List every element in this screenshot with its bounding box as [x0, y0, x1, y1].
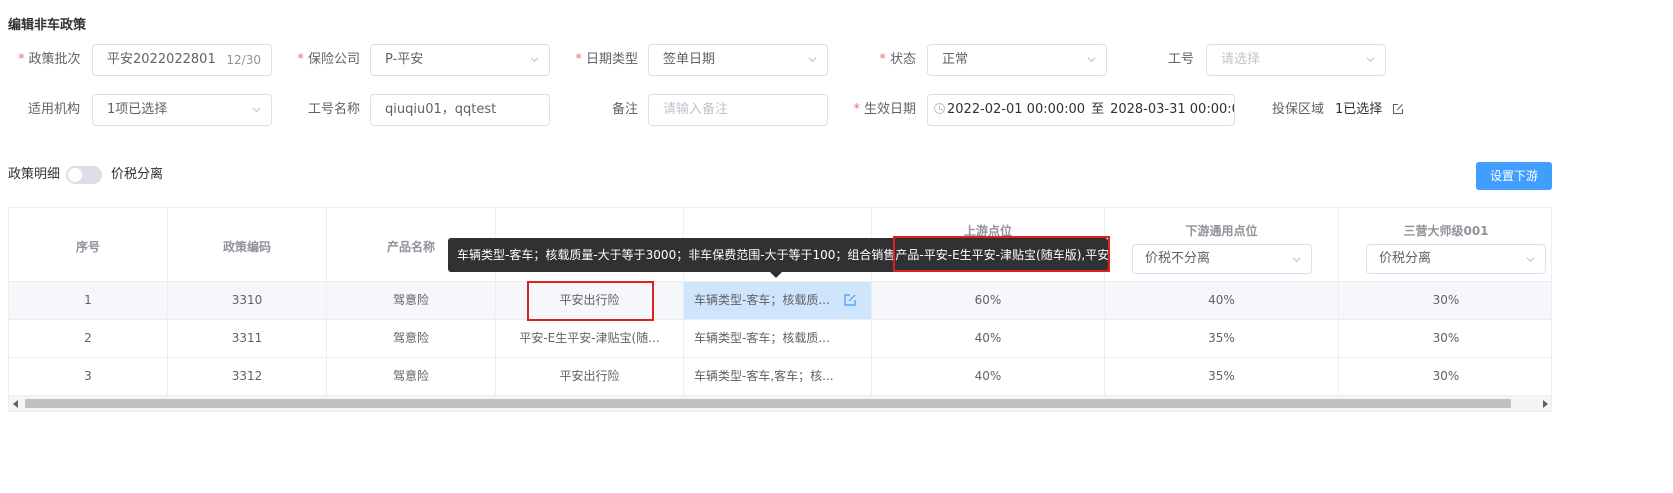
horizontal-scrollbar[interactable] [9, 396, 1551, 411]
cell-code: 3311 [168, 320, 327, 357]
region-value[interactable]: 1已选择 [1335, 94, 1404, 126]
form-row-2: 适用机构 1项已选择 工号名称 qiuqiu01，qqtest 备注 请输入备注… [0, 94, 1673, 126]
char-count: 12/30 [226, 53, 261, 67]
header-master: 三营大师级001 价税分离 [1339, 208, 1551, 282]
remark-input[interactable]: 请输入备注 [648, 94, 828, 126]
edit-icon[interactable] [1392, 103, 1404, 115]
region-label: 投保区域 [1271, 102, 1324, 117]
org-select[interactable]: 1项已选择 [92, 94, 272, 126]
insurer-label: * 保险公司 [297, 52, 360, 67]
cell-combo: 平安出行险 [496, 358, 684, 395]
cell-downstream: 35% [1105, 358, 1339, 395]
cell-seq: 2 [9, 320, 168, 357]
cell-upstream: 40% [872, 358, 1105, 395]
date-type-label: * 日期类型 [575, 52, 638, 67]
header-downstream: 下游通用点位 价税不分离 [1105, 208, 1339, 282]
cell-downstream: 35% [1105, 320, 1339, 357]
work-name-label: 工号名称 [307, 102, 360, 117]
switch-label-left: 政策明细 [8, 167, 61, 182]
chevron-down-icon [1526, 257, 1535, 263]
clock-icon [934, 103, 945, 114]
cell-upstream: 60% [872, 282, 1105, 319]
scrollbar-thumb[interactable] [25, 399, 1511, 408]
cell-condition[interactable]: 车辆类型-客车；核载质... [684, 320, 872, 357]
cell-master: 30% [1432, 331, 1460, 345]
price-tax-switch[interactable] [66, 166, 102, 184]
cell-master: 30% [1432, 293, 1460, 307]
date-separator: 至 [1091, 102, 1105, 117]
edit-icon[interactable] [843, 293, 857, 307]
cell-seq: 1 [9, 282, 168, 319]
page-title: 编辑非车政策 [8, 18, 87, 33]
cell-code: 3310 [168, 282, 327, 319]
table-row[interactable]: 1 3310 驾意险 平安出行险 车辆类型-客车；核载质... 60% 40% … [9, 282, 1551, 320]
cell-combo: 平安出行险 [496, 282, 684, 319]
work-no-select[interactable]: 请选择 [1206, 44, 1386, 76]
work-name-input[interactable]: qiuqiu01，qqtest [370, 94, 550, 126]
status-label: * 状态 [879, 52, 916, 67]
cell-product: 驾意险 [327, 320, 496, 357]
cell-condition[interactable]: 车辆类型-客车,客车；核... [684, 358, 872, 395]
master-tax-select[interactable]: 价税分离 [1366, 244, 1546, 274]
header-seq: 序号 [9, 208, 168, 282]
chevron-down-icon [808, 57, 817, 63]
chevron-down-icon [1087, 57, 1096, 63]
effective-date-range[interactable]: 2022-02-01 00:00:00 至 2028-03-31 00:00:00 [927, 94, 1235, 126]
cell-upstream: 40% [872, 320, 1105, 357]
date-type-select[interactable]: 签单日期 [648, 44, 828, 76]
form-row-1: * 政策批次 平安2022022801 12/30 * 保险公司 P-平安 * 日期类… [0, 44, 1673, 76]
status-select[interactable]: 正常 [927, 44, 1107, 76]
tooltip-text: 车辆类型-客车；核载质量-大于等于3000；非车保费范围-大于等于100；组合销… [457, 248, 1146, 262]
cell-condition[interactable]: 车辆类型-客车；核载质... [684, 282, 872, 319]
switch-knob [68, 168, 82, 182]
remark-label: 备注 [611, 102, 638, 117]
policy-batch-label: * 政策批次 [18, 52, 81, 67]
org-label: 适用机构 [27, 102, 80, 117]
date-end: 2028-03-31 00:00:00 [1110, 102, 1235, 117]
condition-tooltip: 车辆类型-客车；核载质量-大于等于3000；非车保费范围-大于等于100；组合销… [448, 238, 1145, 278]
chevron-down-icon [1292, 257, 1301, 263]
downstream-tax-select[interactable]: 价税不分离 [1132, 244, 1312, 274]
effective-date-label: * 生效日期 [853, 102, 916, 117]
scroll-right-arrow-icon[interactable] [1543, 400, 1548, 408]
cell-product: 驾意险 [327, 282, 496, 319]
table-row[interactable]: 3 3312 驾意险 平安出行险 车辆类型-客车,客车；核... 40% 35%… [9, 358, 1551, 396]
cell-seq: 3 [9, 358, 168, 395]
work-no-label: 工号 [1167, 52, 1194, 67]
header-code: 政策编码 [168, 208, 327, 282]
cell-downstream: 40% [1105, 282, 1339, 319]
date-start: 2022-02-01 00:00:00 [947, 102, 1086, 117]
scroll-left-arrow-icon[interactable] [13, 400, 18, 408]
cell-product: 驾意险 [327, 358, 496, 395]
table-row[interactable]: 2 3311 驾意险 平安-E生平安-津贴宝(随... 车辆类型-客车；核载质.… [9, 320, 1551, 358]
policy-batch-input[interactable]: 平安2022022801 12/30 [92, 44, 272, 76]
cell-code: 3312 [168, 358, 327, 395]
set-downstream-button[interactable]: 设置下游 [1476, 162, 1552, 190]
insurer-select[interactable]: P-平安 [370, 44, 550, 76]
cell-master: 30% [1432, 369, 1460, 383]
tooltip-arrow [770, 272, 782, 278]
chevron-down-icon [530, 57, 539, 63]
switch-label-right: 价税分离 [111, 167, 164, 182]
cell-combo: 平安-E生平安-津贴宝(随... [496, 320, 684, 357]
chevron-down-icon [252, 107, 261, 113]
chevron-down-icon [1366, 57, 1375, 63]
